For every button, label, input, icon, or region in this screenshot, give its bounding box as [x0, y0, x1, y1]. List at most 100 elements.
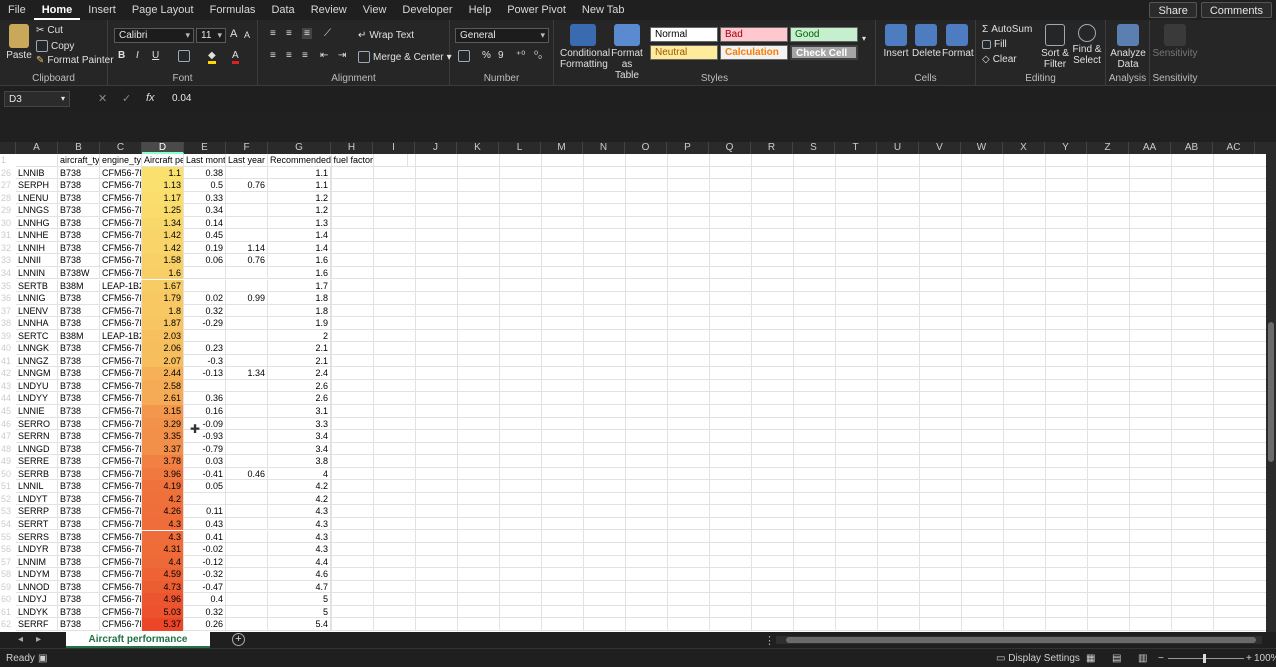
cell-aircraft-type[interactable]: B738 [58, 530, 100, 543]
row-header[interactable]: 61 [0, 606, 16, 619]
cell-last-month[interactable]: -0.3 [184, 354, 226, 368]
cell-aircraft-type[interactable]: B738 [58, 505, 100, 518]
enter-icon[interactable]: ✓ [122, 92, 131, 105]
cell-aircraft-type[interactable]: B738 [58, 517, 100, 531]
cell-aircraft-type[interactable]: B738 [58, 580, 100, 594]
cell-recommended-fuel-factor[interactable]: 1.4 [268, 229, 331, 242]
row-header[interactable]: 53 [0, 505, 16, 518]
cell-registration[interactable]: SERRS [16, 530, 58, 543]
cell-last-year[interactable] [226, 543, 268, 556]
cell-engine-type[interactable]: CFM56-7B [100, 467, 142, 481]
cell-last-year[interactable] [226, 455, 268, 468]
cell-aircraft-performance[interactable]: 4.19 [142, 480, 184, 493]
cell-aircraft-type[interactable]: B738 [58, 354, 100, 368]
cell-last-year[interactable] [226, 517, 268, 531]
row-header[interactable]: 46 [0, 418, 16, 431]
wrap-text-button[interactable]: ↵ Wrap Text [358, 30, 414, 41]
cell-engine-type[interactable]: CFM56-7B [100, 555, 142, 569]
cell-recommended-fuel-factor[interactable]: 2.1 [268, 342, 331, 355]
cell-registration[interactable]: LNNIN [16, 266, 58, 280]
cell-recommended-fuel-factor[interactable]: 3.4 [268, 430, 331, 443]
cell-aircraft-type[interactable]: B738 [58, 430, 100, 443]
column-header-f[interactable]: F [226, 142, 268, 154]
cell-aircraft-performance[interactable]: 1.67 [142, 279, 184, 292]
more-options-icon[interactable]: ⋮ [764, 634, 775, 647]
tab-page-layout[interactable]: Page Layout [124, 0, 202, 20]
cell-registration[interactable]: LNNIH [16, 241, 58, 255]
paste-button[interactable]: Paste [4, 24, 34, 61]
clear-button[interactable]: ◇ Clear [982, 54, 1017, 65]
underline-button[interactable]: U [152, 50, 159, 61]
cell-last-year[interactable] [226, 530, 268, 543]
cell-engine-type[interactable]: CFM56-7B [100, 191, 142, 205]
cell-recommended-fuel-factor[interactable]: 2 [268, 329, 331, 343]
cell-aircraft-performance[interactable]: 4.26 [142, 505, 184, 518]
name-box[interactable]: D3 ▾ [4, 91, 70, 107]
column-header-ac[interactable]: AC [1213, 142, 1255, 154]
cell-aircraft-type[interactable]: B738 [58, 216, 100, 230]
analyze-data-button[interactable]: Analyze Data [1110, 24, 1146, 70]
cell-aircraft-type[interactable]: B738 [58, 304, 100, 318]
cell-last-year[interactable] [226, 417, 268, 431]
column-header-l[interactable]: L [499, 142, 541, 154]
cell-last-month[interactable]: 0.41 [184, 530, 226, 543]
cell-aircraft-performance[interactable]: 1.8 [142, 304, 184, 318]
align-right-icon[interactable]: ≡ [302, 50, 308, 61]
font-color-button[interactable]: A [232, 50, 239, 64]
tab-home[interactable]: Home [33, 0, 81, 20]
cell-recommended-fuel-factor[interactable]: 3.4 [268, 442, 331, 456]
tab-review[interactable]: Review [303, 0, 355, 20]
align-bottom-icon[interactable]: ≡ [302, 28, 312, 39]
styles-more-icon[interactable]: ▾ [862, 34, 866, 43]
cell-aircraft-performance[interactable]: 1.6 [142, 266, 184, 280]
cell-aircraft-type[interactable]: B738 [58, 292, 100, 305]
cell-last-year[interactable] [226, 329, 268, 343]
cell-registration[interactable]: LNDYY [16, 392, 58, 405]
cell-aircraft-performance[interactable]: 3.29 [142, 417, 184, 431]
cell-recommended-fuel-factor[interactable]: 1.9 [268, 317, 331, 330]
cell-recommended-fuel-factor[interactable]: 4.7 [268, 580, 331, 594]
cell-engine-type[interactable]: CFM56-7B [100, 517, 142, 531]
tab-file[interactable]: File [0, 0, 34, 20]
cell-engine-type[interactable]: CFM56-7B [100, 179, 142, 192]
cell-aircraft-performance[interactable]: 3.78 [142, 455, 184, 468]
cell-last-month[interactable]: 0.11 [184, 505, 226, 518]
cell-last-month[interactable] [184, 279, 226, 292]
row-header[interactable]: 38 [0, 317, 16, 330]
cell-last-month[interactable] [184, 266, 226, 280]
cell-last-year[interactable] [226, 204, 268, 217]
row-header[interactable]: 27 [0, 179, 16, 192]
cell-recommended-fuel-factor[interactable]: 2.1 [268, 354, 331, 368]
comma-button[interactable]: 9 [498, 50, 504, 61]
page-layout-view-icon[interactable]: ▤ [1112, 653, 1121, 664]
cell-last-month[interactable]: 0.43 [184, 517, 226, 531]
cell-last-month[interactable]: 0.33 [184, 191, 226, 205]
comments-button[interactable]: Comments [1200, 2, 1272, 18]
cell-registration[interactable]: LNDYR [16, 543, 58, 556]
row-header[interactable]: 57 [0, 556, 16, 569]
cell-registration[interactable]: SERTB [16, 279, 58, 292]
cell-registration[interactable]: LNNGZ [16, 354, 58, 368]
cell-recommended-fuel-factor[interactable]: 1.6 [268, 266, 331, 280]
cell-engine-type[interactable]: LEAP-1B27 [100, 279, 142, 292]
cell-last-month[interactable]: -0.29 [184, 317, 226, 330]
increase-decimal-icon[interactable]: ⁺⁰ [516, 50, 525, 61]
cell-registration[interactable]: SERRE [16, 455, 58, 468]
tab-data[interactable]: Data [263, 0, 302, 20]
insert-cells-button[interactable]: Insert [882, 24, 910, 59]
tab-help[interactable]: Help [461, 0, 500, 20]
cell-last-month[interactable]: 0.5 [184, 179, 226, 192]
row-header[interactable]: 50 [0, 468, 16, 481]
cell-aircraft-type[interactable]: B738 [58, 455, 100, 468]
cell-aircraft-type[interactable]: B738 [58, 317, 100, 330]
cell-recommended-fuel-factor[interactable]: 4.2 [268, 492, 331, 506]
row-header[interactable]: 48 [0, 443, 16, 456]
row-header[interactable]: 43 [0, 380, 16, 393]
cell-recommended-fuel-factor[interactable]: 1.4 [268, 241, 331, 255]
cell-recommended-fuel-factor[interactable]: 4.3 [268, 530, 331, 543]
cell-recommended-fuel-factor[interactable]: 1.2 [268, 191, 331, 205]
cell-registration[interactable]: LNNII [16, 254, 58, 267]
cell-recommended-fuel-factor[interactable]: 4 [268, 467, 331, 481]
cell-last-month[interactable]: -0.41 [184, 467, 226, 481]
cell-aircraft-type[interactable]: B38M [58, 329, 100, 343]
